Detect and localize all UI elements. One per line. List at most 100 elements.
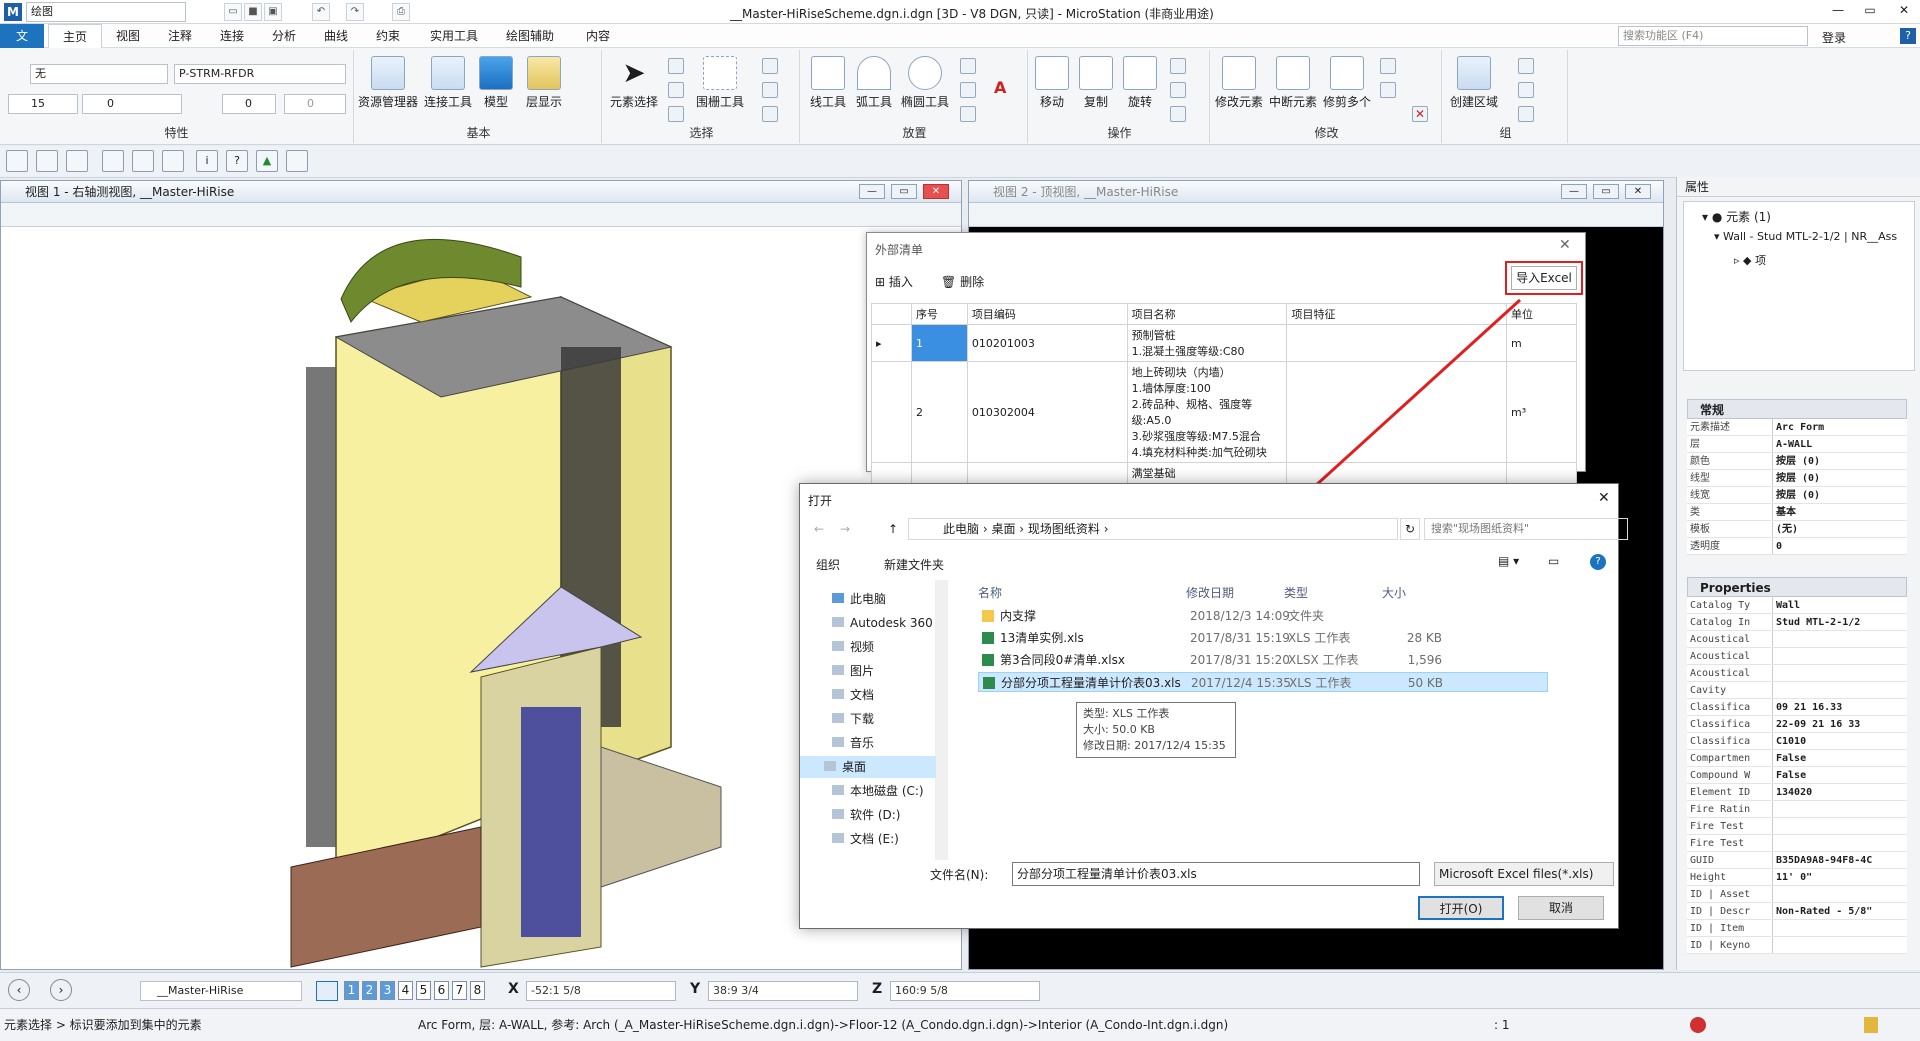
property-row[interactable]: Catalog In Stud MTL-2-1/2 (1687, 614, 1907, 631)
open-dialog-close-button[interactable]: ✕ (1598, 490, 1610, 506)
maximize-button[interactable]: ▭ (1856, 3, 1884, 17)
nav-item[interactable]: 此电脑 (814, 588, 886, 610)
weight-select[interactable]: 0 (82, 94, 182, 114)
nav-item[interactable]: 图片 (814, 660, 874, 682)
view-number-button[interactable]: 8 (470, 981, 485, 1000)
col-size-header[interactable]: 大小 (1382, 584, 1406, 601)
property-row[interactable]: 透明度 0 (1687, 538, 1907, 555)
property-value[interactable]: 134020 (1773, 784, 1907, 800)
view-number-button[interactable]: 1 (344, 981, 359, 1000)
tab-utilities[interactable]: 实用工具 (418, 24, 490, 48)
tab-attach[interactable]: 连接 (208, 24, 256, 48)
cell-code[interactable] (966, 462, 1128, 484)
view-number-button[interactable]: 6 (434, 981, 449, 1000)
file-row[interactable]: 第3合同段0#清单.xlsx 2017/8/31 15:20 XLSX 工作表 1,5… (978, 650, 1548, 687)
tab-view[interactable]: 视图 (104, 24, 152, 48)
delete-button[interactable]: 🗑 删除 (941, 273, 984, 290)
property-row[interactable]: Element ID 134020 (1687, 784, 1907, 801)
up-icon[interactable]: ↑ (888, 522, 898, 536)
property-value[interactable] (1773, 937, 1907, 953)
lock-icon[interactable] (1864, 1017, 1878, 1033)
forward-view-icon[interactable]: › (50, 979, 72, 1001)
tab-content[interactable]: 内容 (574, 24, 622, 48)
priority-select[interactable]: 0 (284, 94, 346, 114)
property-value[interactable]: 0 (1773, 538, 1907, 554)
view-1-minimize-button[interactable]: — (859, 184, 885, 199)
property-value[interactable]: C1010 (1773, 733, 1907, 749)
property-value[interactable]: 22-09 21 16 33 (1773, 716, 1907, 732)
external-list-close-button[interactable]: ✕ (1559, 237, 1571, 253)
toolbox-1-icon[interactable] (6, 150, 28, 172)
organize-menu[interactable]: 组织 (816, 556, 840, 573)
property-value[interactable] (1773, 886, 1907, 902)
view-2-close-button[interactable]: ✕ (1625, 184, 1651, 199)
style-select[interactable]: P-STRM-RFDR (174, 64, 346, 84)
property-value[interactable]: 按层 (0) (1773, 487, 1907, 503)
property-row[interactable]: ID | Asset (1687, 886, 1907, 903)
ellipse-tools-button[interactable]: 椭圆工具 (896, 56, 954, 110)
nav-item[interactable]: 文档 (E:) (814, 828, 899, 850)
insert-button[interactable]: ⊞ 插入 (875, 273, 913, 290)
property-row[interactable]: 线宽 按层 (0) (1687, 487, 1907, 504)
trim-multiple-button[interactable]: 修剪多个 (1320, 56, 1374, 110)
fence-tools-button[interactable]: 围栅工具 (694, 56, 746, 110)
redo-icon[interactable]: ↷ (346, 3, 364, 21)
view-2-maximize-button[interactable]: ▭ (1593, 184, 1619, 199)
property-value[interactable]: B35DA9A8-94F8-4C (1773, 852, 1907, 868)
property-row[interactable]: Acoustical (1687, 665, 1907, 682)
paste-icon[interactable] (762, 106, 778, 122)
open-button[interactable]: 打开(O) (1418, 896, 1504, 920)
property-value[interactable] (1773, 801, 1907, 817)
level-select[interactable]: 无 (30, 64, 168, 84)
cell-code[interactable]: 010201003 (966, 324, 1128, 362)
property-value[interactable] (1773, 818, 1907, 834)
back-view-icon[interactable]: ‹ (8, 979, 30, 1001)
property-row[interactable]: Height 11' 0" (1687, 869, 1907, 886)
close-button[interactable]: ✕ (1890, 3, 1918, 17)
crumb-pc[interactable]: 此电脑 (943, 522, 979, 536)
refresh-icon[interactable]: ↻ (1400, 518, 1420, 540)
tab-drawing-aids[interactable]: 绘图辅助 (494, 24, 566, 48)
help-icon[interactable]: ? (1900, 28, 1916, 44)
property-value[interactable] (1773, 648, 1907, 664)
property-row[interactable]: ID | Keyno (1687, 937, 1907, 954)
break-element-button[interactable]: 中断元素 (1266, 56, 1320, 110)
new-folder-button[interactable]: 新建文件夹 (884, 556, 944, 573)
file-name[interactable]: 分部分项工程量清单计价表03.xls (1001, 673, 1181, 693)
x-coordinate[interactable]: -52:1 5/8 (526, 981, 676, 1001)
property-value[interactable]: 按层 (0) (1773, 470, 1907, 486)
nav-item[interactable]: 视频 (814, 636, 874, 658)
tree-root[interactable]: ▾ ● 元素 (1) (1702, 208, 1771, 225)
property-row[interactable]: 线型 按层 (0) (1687, 470, 1907, 487)
col-type-header[interactable]: 类型 (1284, 584, 1308, 601)
info-icon[interactable]: i (196, 150, 218, 172)
question-icon[interactable]: ? (226, 150, 248, 172)
z-coordinate[interactable]: 160:9 5/8 (890, 981, 1040, 1001)
tab-file[interactable]: 文件 (0, 24, 44, 67)
y-coordinate[interactable]: 38:9 3/4 (708, 981, 858, 1001)
property-row[interactable]: Fire Ratin (1687, 801, 1907, 818)
view-number-button[interactable]: 2 (362, 981, 377, 1000)
nav-item[interactable]: 软件 (D:) (814, 804, 900, 826)
transparency-select[interactable]: 0 (222, 94, 276, 114)
minimize-button[interactable]: — (1824, 3, 1852, 17)
line-tools-button[interactable]: 线工具 (802, 56, 854, 110)
view-1-maximize-button[interactable]: ▭ (891, 184, 917, 199)
save-icon[interactable]: ■ (244, 3, 262, 21)
help-dialog-icon[interactable]: ? (1590, 554, 1606, 570)
property-value[interactable]: False (1773, 750, 1907, 766)
print-icon[interactable]: ⎙ (392, 3, 410, 21)
property-value[interactable] (1773, 665, 1907, 681)
file-name[interactable]: 13清单实例.xls (1000, 628, 1084, 648)
view-2-minimize-button[interactable]: — (1561, 184, 1587, 199)
view-options-icon[interactable]: ▤ ▾ (1498, 554, 1519, 568)
rectangle-icon[interactable] (960, 58, 976, 74)
property-value[interactable]: Arc Form (1773, 419, 1907, 435)
forward-icon[interactable]: → (840, 522, 850, 536)
nav-item[interactable]: Autodesk 360 (814, 612, 933, 634)
text-icon[interactable]: A (994, 78, 1006, 97)
color-select[interactable]: 15 (8, 94, 78, 114)
login-link[interactable]: 登录 (1822, 29, 1846, 46)
folder-search-input[interactable]: 搜索"现场图纸资料" (1424, 518, 1628, 540)
arc-tools-button[interactable]: 弧工具 (848, 56, 900, 110)
